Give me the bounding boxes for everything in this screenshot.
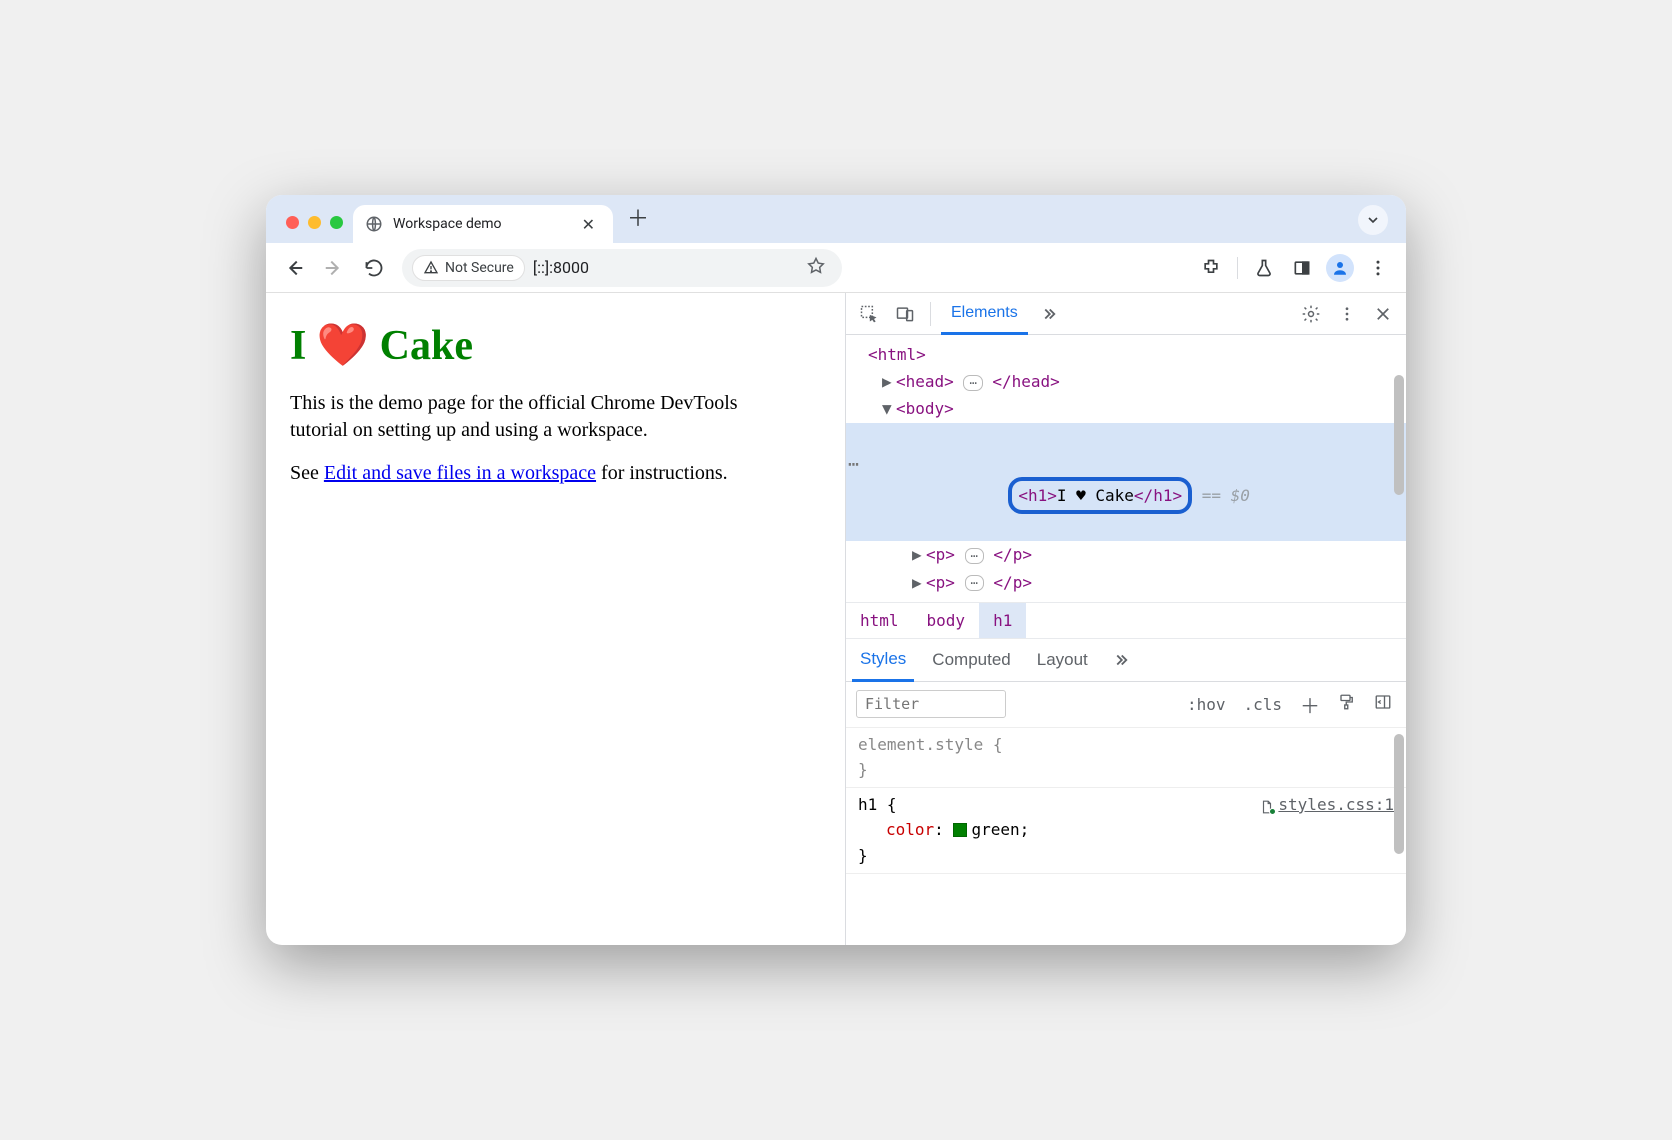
security-chip[interactable]: Not Secure xyxy=(412,255,525,281)
separator xyxy=(1237,257,1238,279)
console-ref-label: == $0 xyxy=(1202,486,1250,505)
browser-toolbar: Not Secure [::]:8000 xyxy=(266,243,1406,293)
tab-title: Workspace demo xyxy=(393,216,568,232)
window-controls xyxy=(280,216,353,243)
h1-selector: h1 { xyxy=(858,795,897,814)
tutorial-link[interactable]: Edit and save files in a workspace xyxy=(324,462,596,484)
chrome-menu-button[interactable] xyxy=(1360,250,1396,286)
back-button[interactable] xyxy=(276,250,312,286)
close-brace: } xyxy=(858,757,1394,783)
side-panel-button[interactable] xyxy=(1284,250,1320,286)
bookmark-star-icon[interactable] xyxy=(806,256,826,280)
element-style-selector: element.style { xyxy=(858,732,1394,758)
styles-tab[interactable]: Styles xyxy=(852,639,914,682)
tab-search-button[interactable] xyxy=(1358,205,1388,235)
element-style-block[interactable]: element.style { } xyxy=(846,728,1406,788)
address-bar[interactable]: Not Secure [::]:8000 xyxy=(402,249,842,287)
close-tab-button[interactable]: ✕ xyxy=(578,213,599,236)
new-style-rule-button[interactable]: ＋ xyxy=(1296,688,1324,721)
dom-tree[interactable]: <html> ▶<head> ⋯ </head> ▼<body> ⋯ <h1>I… xyxy=(846,335,1406,603)
more-tabs-button[interactable] xyxy=(1034,299,1064,329)
scrollbar-thumb[interactable] xyxy=(1394,375,1404,495)
crumb-h1[interactable]: h1 xyxy=(979,603,1026,638)
devtools-panel: Elements <html> ▶<head> ⋯ </head> xyxy=(846,293,1406,945)
dom-node-p-1[interactable]: ▶<p> ⋯ </p> xyxy=(846,541,1406,568)
crumb-body[interactable]: body xyxy=(913,603,980,638)
p2-prefix: See xyxy=(290,462,324,484)
elements-tab[interactable]: Elements xyxy=(941,294,1028,335)
security-label: Not Secure xyxy=(445,260,514,276)
layout-tab[interactable]: Layout xyxy=(1029,640,1096,680)
devtools-settings-button[interactable] xyxy=(1296,299,1326,329)
source-text: styles.css:1 xyxy=(1278,792,1394,818)
computed-sidebar-button[interactable] xyxy=(1370,691,1396,717)
page-heading: I ❤️ Cake xyxy=(290,321,821,370)
more-subtabs-button[interactable] xyxy=(1106,645,1136,675)
dom-node-body[interactable]: ▼<body> xyxy=(846,395,1406,422)
devtools-menu-button[interactable] xyxy=(1332,299,1362,329)
paint-styles-button[interactable] xyxy=(1334,691,1360,717)
tab-strip: Workspace demo ✕ ＋ xyxy=(266,195,1406,243)
devtools-tabbar: Elements xyxy=(846,293,1406,335)
scrollbar-thumb[interactable] xyxy=(1394,734,1404,854)
row-actions-icon[interactable]: ⋯ xyxy=(848,450,860,481)
labs-button[interactable] xyxy=(1246,250,1282,286)
h1-rule-block[interactable]: styles.css:1 h1 { color: green; } xyxy=(846,788,1406,874)
reload-button[interactable] xyxy=(356,250,392,286)
rendered-page: I ❤️ Cake This is the demo page for the … xyxy=(266,293,846,945)
file-icon xyxy=(1260,797,1274,813)
color-value[interactable]: green xyxy=(971,820,1019,839)
cls-toggle[interactable]: .cls xyxy=(1239,693,1286,716)
page-paragraph-1: This is the demo page for the official C… xyxy=(290,390,760,444)
color-property[interactable]: color xyxy=(886,820,934,839)
dom-node-head[interactable]: ▶<head> ⋯ </head> xyxy=(846,368,1406,395)
dom-node-h1-selected[interactable]: ⋯ <h1>I ♥ Cake</h1> == $0 xyxy=(846,423,1406,542)
devtools-close-button[interactable] xyxy=(1368,299,1398,329)
styles-rules: element.style { } styles.css:1 h1 { colo… xyxy=(846,728,1406,945)
color-swatch-icon[interactable] xyxy=(953,823,967,837)
dom-breadcrumb: html body h1 xyxy=(846,603,1406,639)
minimize-window-button[interactable] xyxy=(308,216,321,229)
styles-subtabs: Styles Computed Layout xyxy=(846,639,1406,682)
content-area: I ❤️ Cake This is the demo page for the … xyxy=(266,293,1406,945)
separator xyxy=(930,302,931,326)
p2-suffix: for instructions. xyxy=(596,462,728,484)
styles-filter-input[interactable] xyxy=(856,690,1006,718)
page-paragraph-2: See Edit and save files in a workspace f… xyxy=(290,460,760,487)
avatar-icon xyxy=(1326,254,1354,282)
browser-tab[interactable]: Workspace demo ✕ xyxy=(353,205,613,243)
new-tab-button[interactable]: ＋ xyxy=(613,201,663,243)
toolbar-actions xyxy=(1193,250,1396,286)
crumb-html[interactable]: html xyxy=(846,603,913,638)
device-toolbar-button[interactable] xyxy=(890,299,920,329)
maximize-window-button[interactable] xyxy=(330,216,343,229)
globe-icon xyxy=(365,215,383,233)
close-brace: } xyxy=(858,846,868,865)
profile-button[interactable] xyxy=(1322,250,1358,286)
hov-toggle[interactable]: :hov xyxy=(1183,693,1230,716)
source-link[interactable]: styles.css:1 xyxy=(1260,792,1394,818)
url-text: [::]:8000 xyxy=(533,258,589,277)
dom-node-p-2[interactable]: ▶<p> ⋯ </p> xyxy=(846,569,1406,596)
inspect-element-button[interactable] xyxy=(854,299,884,329)
extensions-button[interactable] xyxy=(1193,250,1229,286)
dom-node-html[interactable]: <html> xyxy=(846,341,1406,368)
close-window-button[interactable] xyxy=(286,216,299,229)
forward-button[interactable] xyxy=(316,250,352,286)
computed-tab[interactable]: Computed xyxy=(924,640,1018,680)
styles-toolbar: :hov .cls ＋ xyxy=(846,682,1406,728)
browser-window: Workspace demo ✕ ＋ Not Secure [::]:8000 xyxy=(266,195,1406,945)
